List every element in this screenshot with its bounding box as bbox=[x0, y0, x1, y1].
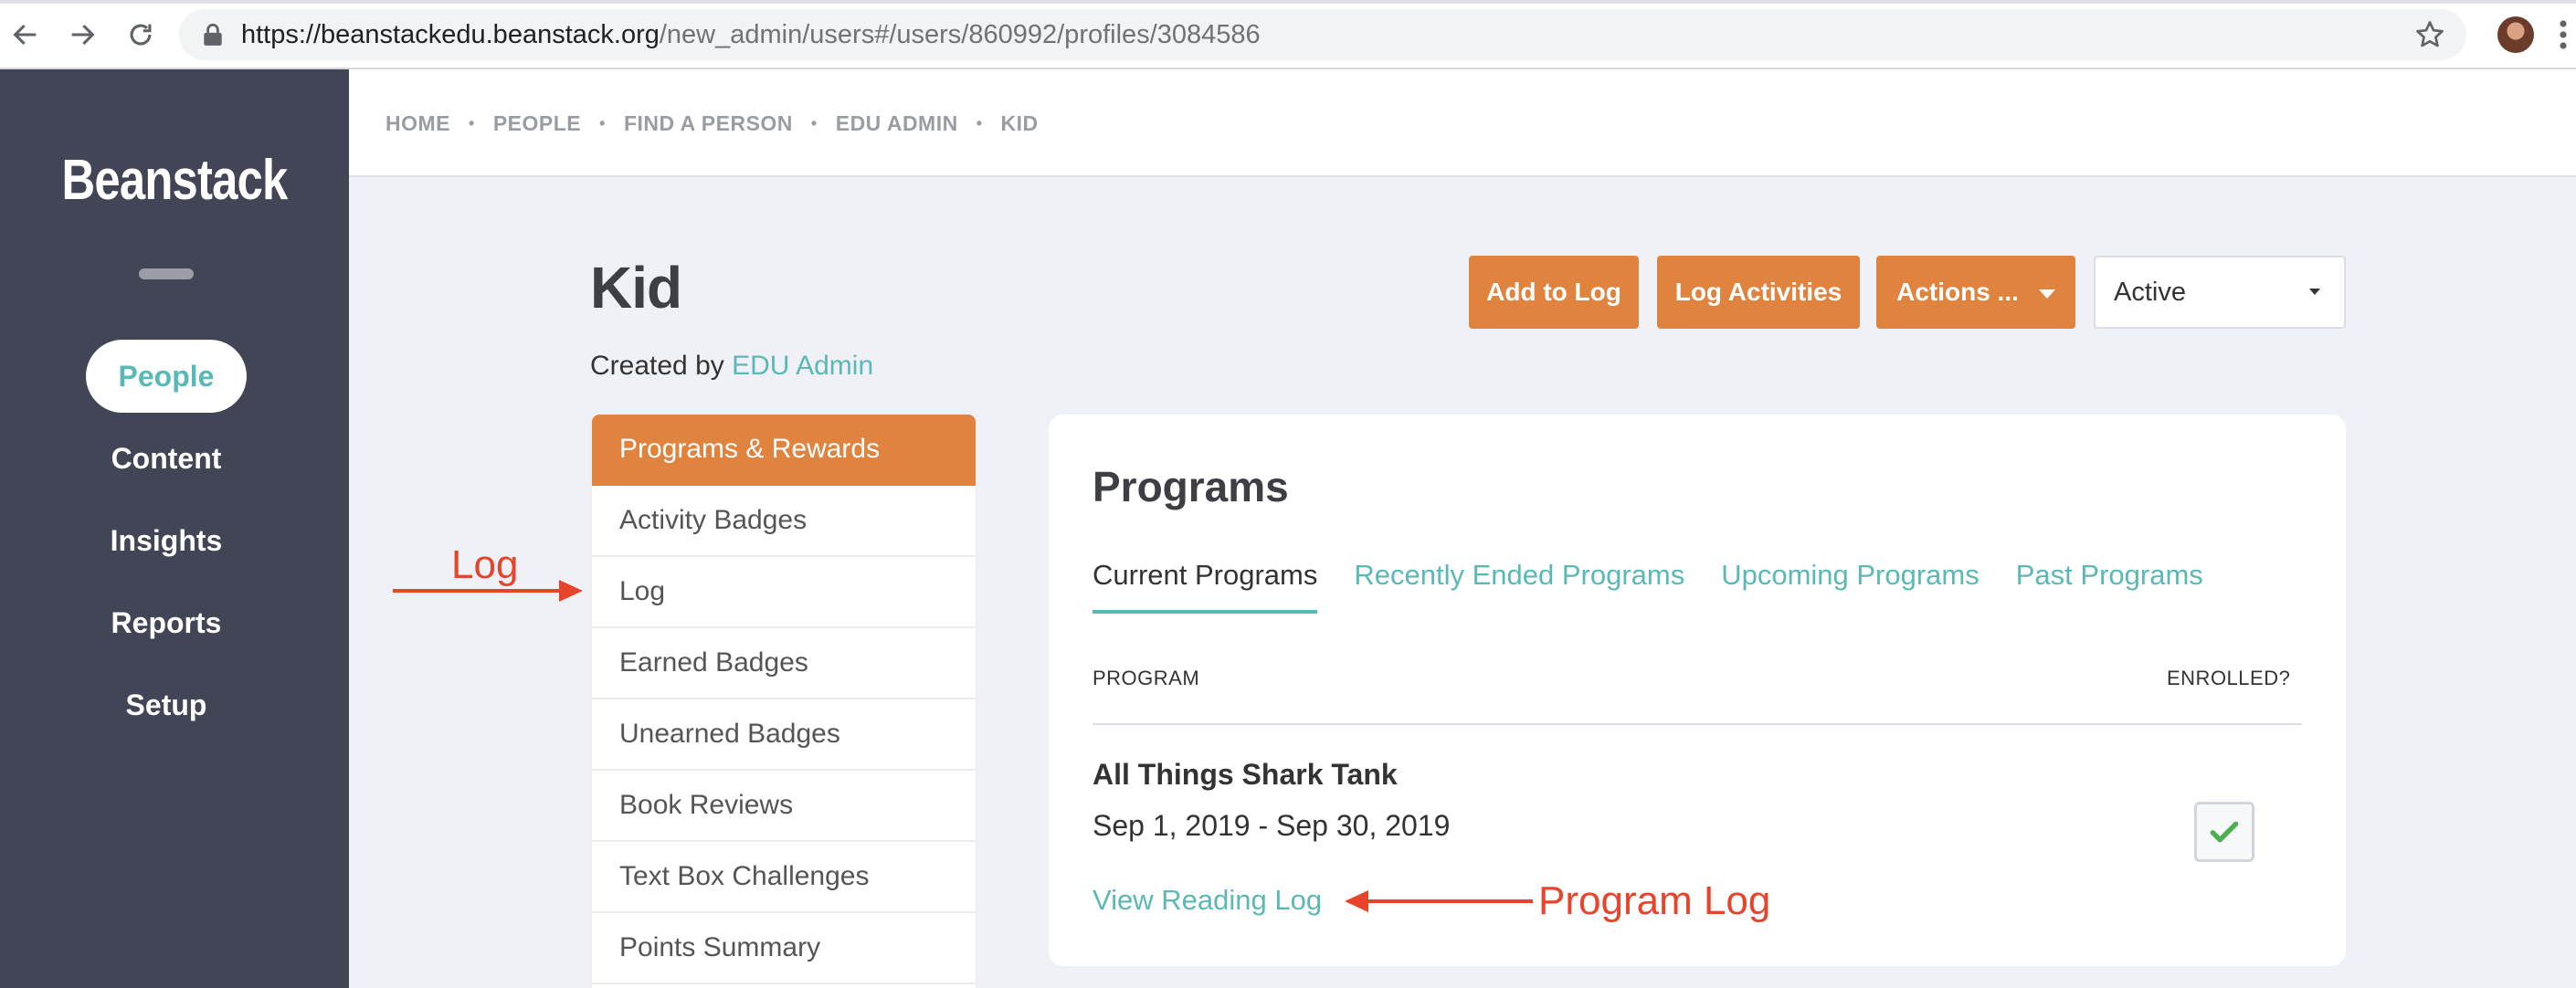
back-icon[interactable] bbox=[5, 13, 46, 57]
caret-down-icon bbox=[2309, 289, 2320, 295]
annotation-arrow-program-log bbox=[1345, 890, 1533, 912]
breadcrumb-home[interactable]: HOME bbox=[385, 111, 450, 136]
breadcrumb-separator: • bbox=[976, 114, 983, 132]
breadcrumb-kid: KID bbox=[1000, 111, 1039, 135]
brand-logo[interactable]: Beanstack bbox=[31, 148, 317, 213]
column-header-program: PROGRAM bbox=[1093, 667, 1200, 689]
menu-item-text-box-challenges[interactable]: Text Box Challenges bbox=[592, 842, 976, 913]
status-select[interactable]: Active bbox=[2094, 256, 2346, 329]
created-by-prefix: Created by bbox=[590, 351, 733, 381]
tab-recently-ended-programs[interactable]: Recently Ended Programs bbox=[1354, 559, 1684, 614]
sidebar-item-setup[interactable]: Setup bbox=[86, 668, 247, 741]
lock-icon bbox=[204, 23, 222, 46]
browser-toolbar: https://beanstackedu.beanstack.org/new_a… bbox=[0, 0, 2576, 69]
view-reading-log-link[interactable]: View Reading Log bbox=[1093, 884, 1322, 917]
sidebar-item-reports[interactable]: Reports bbox=[86, 586, 247, 659]
enrolled-checkbox[interactable] bbox=[2194, 802, 2254, 862]
breadcrumb-separator: • bbox=[599, 114, 606, 132]
menu-item-points-summary[interactable]: Points Summary bbox=[592, 913, 976, 984]
browser-menu-icon[interactable] bbox=[2558, 18, 2569, 51]
column-header-enrolled: ENROLLED? bbox=[2167, 667, 2291, 689]
breadcrumb-edu-admin[interactable]: EDU ADMIN bbox=[836, 111, 958, 136]
menu-item-programs-rewards[interactable]: Programs & Rewards bbox=[592, 415, 976, 486]
actions-dropdown-button[interactable]: Actions ... bbox=[1876, 256, 2075, 329]
menu-item-unearned-badges[interactable]: Unearned Badges bbox=[592, 699, 976, 771]
annotation-program-log-label: Program Log bbox=[1538, 878, 1771, 923]
actions-label: Actions ... bbox=[1896, 278, 2019, 306]
forward-icon[interactable] bbox=[62, 13, 102, 57]
breadcrumb-people[interactable]: PEOPLE bbox=[493, 111, 581, 136]
page-title: Kid bbox=[590, 255, 682, 321]
tab-upcoming-programs[interactable]: Upcoming Programs bbox=[1721, 559, 1980, 614]
annotation-arrow-log bbox=[393, 580, 583, 602]
url-host: https://beanstackedu.beanstack.org bbox=[241, 20, 660, 49]
status-value: Active bbox=[2114, 278, 2186, 307]
program-name: All Things Shark Tank bbox=[1093, 758, 1398, 791]
sidebar-collapse-handle[interactable] bbox=[139, 268, 194, 279]
log-activities-button[interactable]: Log Activities bbox=[1657, 256, 1860, 329]
tab-past-programs[interactable]: Past Programs bbox=[2016, 559, 2203, 614]
program-tabs: Current Programs Recently Ended Programs… bbox=[1093, 559, 2240, 614]
breadcrumb-separator: • bbox=[810, 114, 818, 132]
programs-title: Programs bbox=[1093, 463, 1289, 510]
checkmark-icon bbox=[2210, 821, 2239, 843]
reload-icon[interactable] bbox=[121, 13, 161, 57]
menu-item-activity-badges[interactable]: Activity Badges bbox=[592, 486, 976, 557]
profile-avatar[interactable] bbox=[2497, 16, 2534, 53]
tab-strip-edge bbox=[0, 0, 2576, 4]
sidebar-item-insights[interactable]: Insights bbox=[86, 504, 247, 577]
breadcrumb-find-a-person[interactable]: FIND A PERSON bbox=[624, 111, 793, 136]
address-bar[interactable]: https://beanstackedu.beanstack.org/new_a… bbox=[179, 9, 2466, 60]
url-text[interactable]: https://beanstackedu.beanstack.org/new_a… bbox=[241, 18, 1261, 51]
sidebar-item-content[interactable]: Content bbox=[86, 422, 247, 495]
created-by-link[interactable]: EDU Admin bbox=[732, 351, 873, 381]
menu-item-earned-badges[interactable]: Earned Badges bbox=[592, 628, 976, 699]
program-dates: Sep 1, 2019 - Sep 30, 2019 bbox=[1093, 809, 1451, 842]
menu-item-log[interactable]: Log bbox=[592, 557, 976, 628]
breadcrumb-bar: HOME • PEOPLE • FIND A PERSON • EDU ADMI… bbox=[349, 69, 2576, 177]
menu-item-book-reviews[interactable]: Book Reviews bbox=[592, 771, 976, 842]
url-path: /new_admin/users#/users/860992/profiles/… bbox=[659, 20, 1261, 49]
sidebar: Beanstack People Content Insights Report… bbox=[0, 69, 349, 988]
created-by-line: Created by EDU Admin bbox=[590, 351, 873, 382]
sidebar-item-people[interactable]: People bbox=[86, 340, 247, 413]
add-to-log-button[interactable]: Add to Log bbox=[1469, 256, 1639, 329]
tab-current-programs[interactable]: Current Programs bbox=[1093, 559, 1318, 614]
breadcrumb-separator: • bbox=[469, 114, 475, 132]
profile-menu: Programs & Rewards Activity Badges Log E… bbox=[592, 415, 976, 988]
breadcrumb: HOME • PEOPLE • FIND A PERSON • EDU ADMI… bbox=[385, 111, 1039, 136]
caret-down-icon bbox=[2038, 289, 2055, 299]
bookmark-star-icon[interactable] bbox=[2413, 18, 2446, 51]
table-divider bbox=[1093, 723, 2302, 725]
